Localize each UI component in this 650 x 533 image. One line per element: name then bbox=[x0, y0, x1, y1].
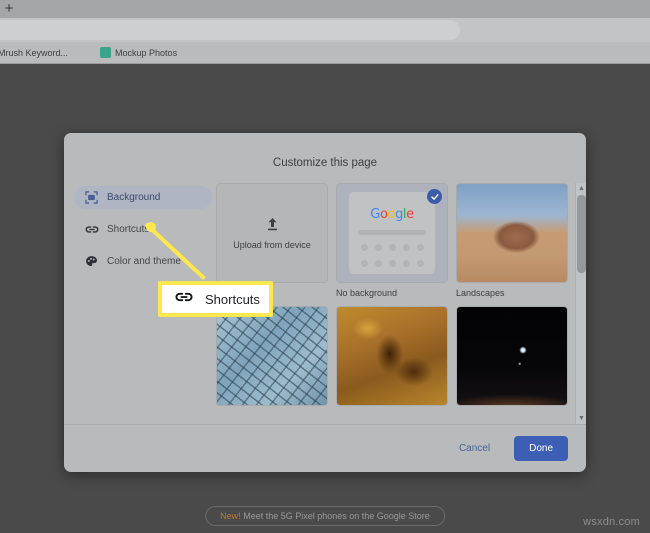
landscapes-tile[interactable]: Landscapes bbox=[456, 183, 568, 298]
preview-shortcut-row bbox=[360, 244, 424, 251]
sidebar-item-label: Shortcuts bbox=[107, 224, 150, 235]
dialog-footer: Cancel Done bbox=[64, 424, 586, 472]
link-icon bbox=[85, 223, 99, 236]
space-tile[interactable] bbox=[456, 306, 568, 406]
architecture-tile[interactable] bbox=[216, 306, 328, 406]
url-input[interactable] bbox=[0, 20, 460, 40]
space-thumbnail[interactable] bbox=[456, 306, 568, 406]
sidebar-item-label: Color and theme bbox=[107, 256, 181, 267]
image-icon bbox=[85, 191, 98, 204]
tab-strip: + bbox=[0, 0, 650, 18]
cancel-button[interactable]: Cancel bbox=[444, 436, 505, 461]
google-logo: Google bbox=[370, 207, 414, 222]
tile-grid-scrollbar[interactable]: ▲ ▼ bbox=[575, 183, 586, 424]
promo-text: Meet the 5G Pixel phones on the Google S… bbox=[240, 511, 430, 521]
bookmark-favicon-icon bbox=[100, 47, 112, 58]
new-tab-button[interactable]: + bbox=[2, 1, 16, 16]
sidebar-item-shortcuts[interactable]: Shortcuts bbox=[74, 218, 212, 241]
preview-shortcut-row bbox=[360, 260, 424, 267]
scroll-down-arrow-icon[interactable]: ▼ bbox=[576, 413, 586, 424]
callout-label: Shortcuts bbox=[205, 291, 260, 307]
sidebar-item-label: Background bbox=[107, 192, 161, 203]
upload-tile-box[interactable]: Upload from device bbox=[216, 183, 328, 283]
preview-search-bar bbox=[358, 230, 426, 235]
dialog-title: Customize this page bbox=[272, 157, 378, 169]
pixel-promo-pill[interactable]: New! Meet the 5G Pixel phones on the Goo… bbox=[205, 506, 445, 526]
bookmarks-bar: Mrush Keyword... Mockup Photos bbox=[0, 42, 650, 64]
sidebar-item-background[interactable]: Background bbox=[74, 186, 212, 209]
textures-tile[interactable] bbox=[336, 306, 448, 406]
upload-arrow-icon bbox=[265, 217, 280, 233]
customize-page-dialog: Customize this page Background Shortcuts bbox=[64, 133, 586, 472]
architecture-thumbnail[interactable] bbox=[216, 306, 328, 406]
browser-chrome: + be a URL ☆ Mrush Keyword... Mockup P bbox=[0, 0, 650, 64]
new-tab-preview: Google bbox=[349, 192, 435, 274]
scroll-up-arrow-icon[interactable]: ▲ bbox=[576, 183, 586, 194]
done-button[interactable]: Done bbox=[514, 436, 568, 461]
tile-label: No background bbox=[336, 288, 398, 298]
no-background-tile[interactable]: Google No background bbox=[336, 183, 448, 298]
upload-tile-label: Upload from device bbox=[233, 239, 311, 250]
no-background-tile-box[interactable]: Google bbox=[336, 183, 448, 283]
link-icon bbox=[175, 290, 193, 309]
bookmark-label: Mrush Keyword... bbox=[0, 47, 69, 58]
textures-thumbnail[interactable] bbox=[336, 306, 448, 406]
bookmark-item[interactable]: Mrush Keyword... bbox=[0, 48, 68, 58]
selected-check-icon bbox=[427, 189, 442, 204]
tile-label: Landscapes bbox=[456, 288, 505, 298]
palette-icon bbox=[85, 255, 98, 268]
promo-new-badge: New! bbox=[220, 511, 241, 521]
scrollbar-thumb[interactable] bbox=[577, 195, 586, 273]
bookmark-item[interactable]: Mockup Photos bbox=[100, 47, 177, 58]
bookmark-label: Mockup Photos bbox=[115, 47, 178, 58]
landscapes-thumbnail[interactable] bbox=[456, 183, 568, 283]
watermark: wsxdn.com bbox=[583, 516, 640, 528]
callout-anchor-dot bbox=[146, 222, 156, 232]
callout-shortcuts-highlight: Shortcuts bbox=[158, 281, 273, 317]
omnibox-bar: be a URL ☆ bbox=[0, 18, 650, 55]
